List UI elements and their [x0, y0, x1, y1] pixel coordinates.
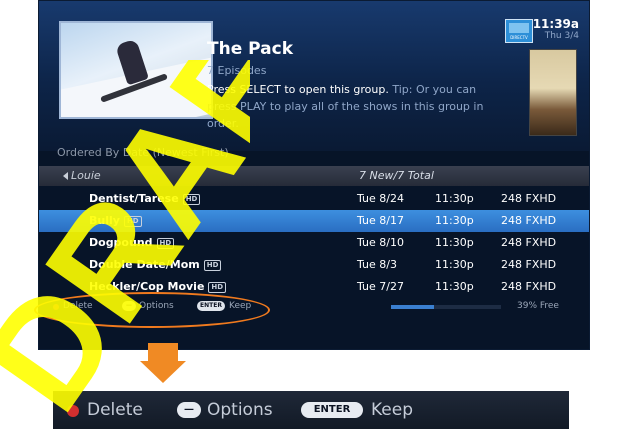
zoomed-keep-action[interactable]: Keep [371, 400, 413, 420]
recording-date: Tue 7/27 [357, 280, 404, 293]
recording-date: Tue 8/17 [357, 214, 404, 227]
recording-channel: 248 FXHD [501, 280, 557, 293]
program-title: The Pack [207, 39, 294, 59]
current-time: 11:39a [532, 17, 579, 31]
poster-image [529, 49, 577, 136]
draft-watermark-text: DRAFT [0, 60, 250, 439]
directv-logo-text: DIRECTV [510, 35, 528, 40]
recording-time: 11:30p [435, 236, 474, 249]
recording-time: 11:30p [435, 192, 474, 205]
recording-time: 11:30p [435, 258, 474, 271]
zoomed-enter-button-icon: ENTER [301, 402, 363, 418]
program-description: Press SELECT to open this group. Tip: Or… [207, 81, 507, 132]
group-count: 7 New/7 Total [359, 169, 434, 182]
disk-space-bar [391, 305, 501, 309]
recording-channel: 248 FXHD [501, 258, 557, 271]
recording-date: Tue 8/10 [357, 236, 404, 249]
current-date: Thu 3/4 [544, 31, 579, 41]
directv-logo: DIRECTV [505, 19, 533, 43]
recording-time: 11:30p [435, 214, 474, 227]
disk-free-text: 39% Free [517, 301, 559, 311]
recording-date: Tue 8/24 [357, 192, 404, 205]
recording-date: Tue 8/3 [357, 258, 397, 271]
recording-channel: 248 FXHD [501, 192, 557, 205]
recording-channel: 248 FXHD [501, 214, 557, 227]
clock: 11:39a Thu 3/4 [533, 17, 579, 41]
draft-watermark: DRAFT [0, 60, 250, 439]
recording-time: 11:30p [435, 280, 474, 293]
recording-channel: 248 FXHD [501, 236, 557, 249]
